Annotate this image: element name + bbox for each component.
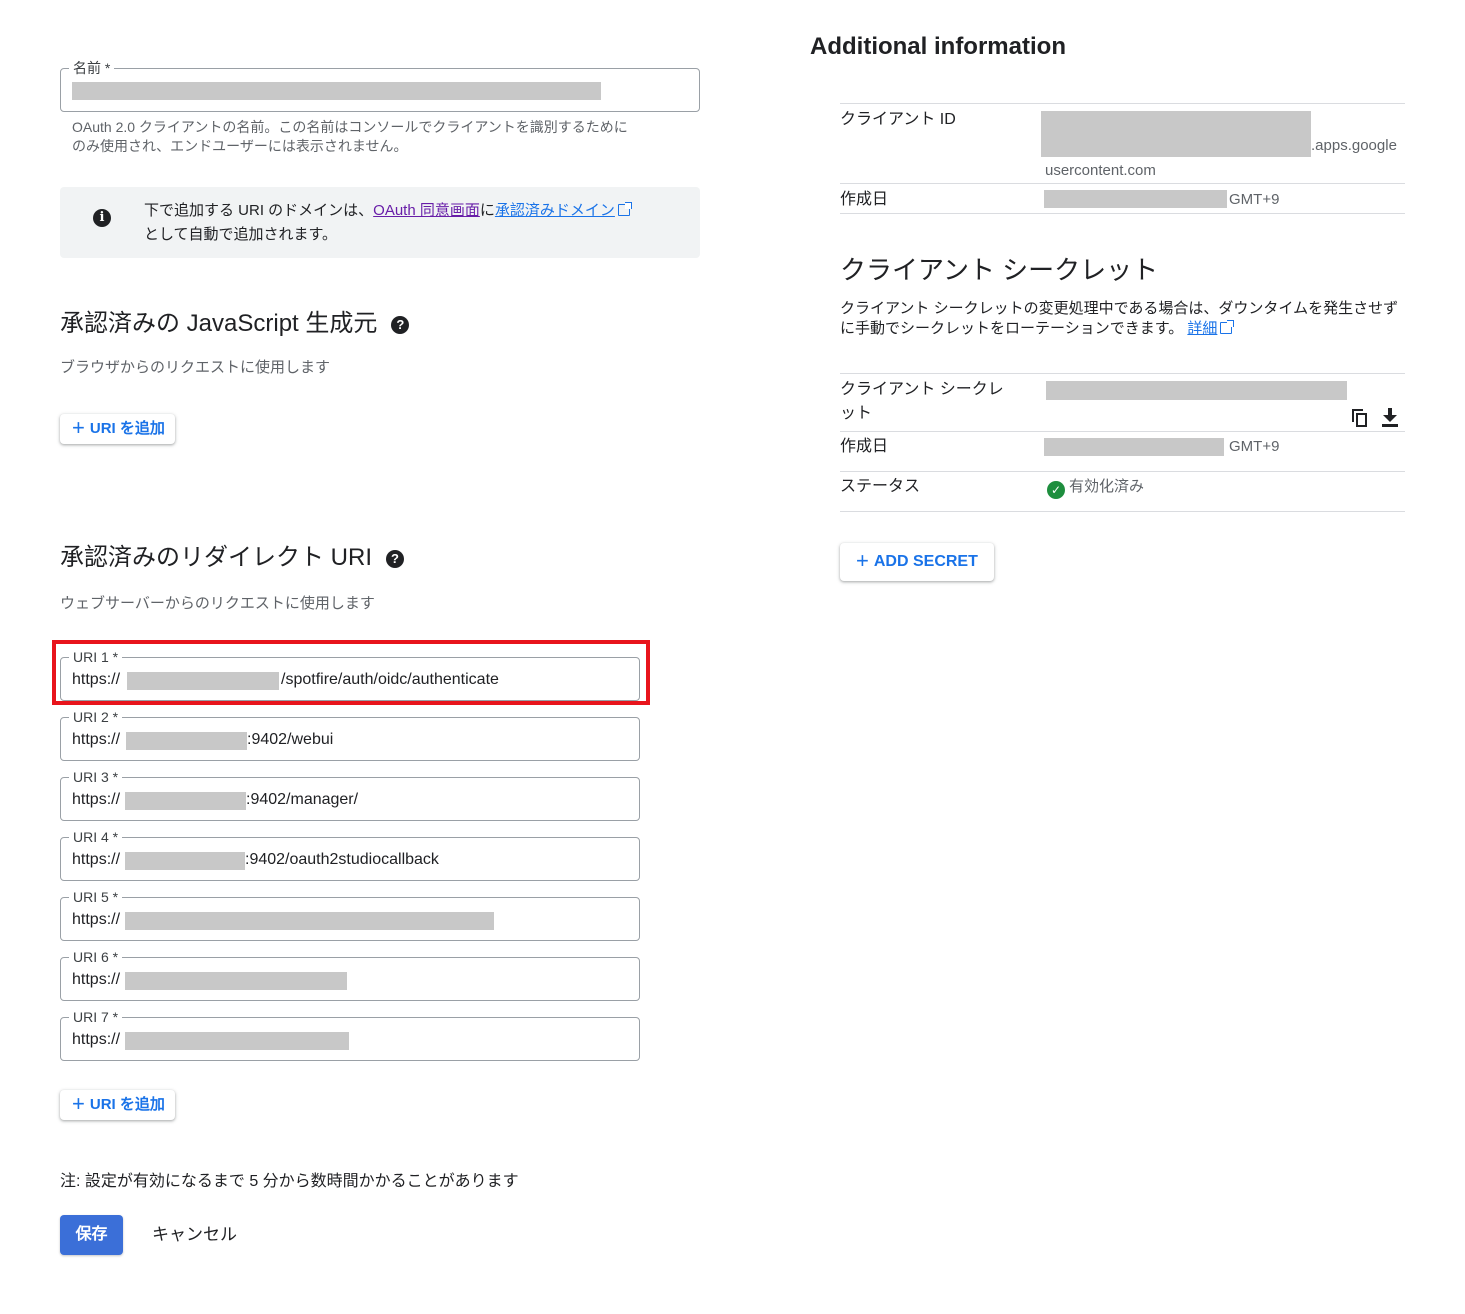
uri-field-label: URI 4 * xyxy=(69,829,123,845)
external-link-icon xyxy=(617,202,632,216)
redirect-uri-3-field[interactable]: URI 3 * https:// :9402/manager/ xyxy=(60,769,640,821)
js-origins-title: 承認済みの JavaScript 生成元? xyxy=(60,309,410,339)
redacted-client-id xyxy=(1041,111,1311,157)
check-circle-icon: ✓ xyxy=(1047,481,1065,499)
divider xyxy=(840,373,1405,374)
plus-icon: + xyxy=(72,1091,85,1116)
uri-field-label: URI 5 * xyxy=(69,889,123,905)
client-secret-title: クライアント シークレット xyxy=(840,255,1159,285)
divider xyxy=(840,471,1405,472)
redacted-host xyxy=(125,912,494,930)
client-id-suffix-2: usercontent.com xyxy=(1045,162,1156,179)
divider xyxy=(840,511,1405,512)
help-icon[interactable]: ? xyxy=(391,316,410,334)
uri-field-label: URI 3 * xyxy=(69,769,123,785)
propagation-note: 注: 設定が有効になるまで 5 分から数時間かかることがあります xyxy=(60,1173,519,1190)
uri-prefix: https:// xyxy=(72,911,121,928)
copy-icon[interactable] xyxy=(1352,409,1368,427)
redacted-client-secret xyxy=(1046,381,1347,400)
info-icon: i xyxy=(93,209,111,227)
divider xyxy=(840,213,1405,214)
additional-info-title: Additional information xyxy=(810,33,1066,60)
client-secret-desc: クライアント シークレットの変更処理中である場合は、ダウンタイムを発生させず に… xyxy=(840,300,1399,337)
uri-prefix: https:// xyxy=(72,851,121,868)
status-badge: ✓ 有効化済み xyxy=(1047,477,1144,499)
redirect-uri-2-field[interactable]: URI 2 * https:// :9402/webui xyxy=(60,709,640,761)
name-field-label: 名前 * xyxy=(69,60,115,76)
js-origins-subtitle: ブラウザからのリクエストに使用します xyxy=(60,359,331,376)
client-id-label: クライアント ID xyxy=(840,111,956,128)
status-label: ステータス xyxy=(840,478,921,495)
redacted-host xyxy=(125,1032,349,1050)
download-icon[interactable] xyxy=(1381,408,1399,428)
redacted-created-date xyxy=(1044,190,1227,208)
secret-created-tz: GMT+9 xyxy=(1229,438,1280,455)
name-field-hint: OAuth 2.0 クライアントの名前。この名前はコンソールでクライアントを識別… xyxy=(72,119,628,154)
secret-created-label: 作成日 xyxy=(840,438,889,455)
highlight-box xyxy=(52,640,650,705)
uri-suffix: :9402/manager/ xyxy=(246,791,359,808)
client-created-label: 作成日 xyxy=(840,191,889,208)
uri-suffix: :9402/oauth2studiocallback xyxy=(245,851,439,868)
uri-field-label: URI 2 * xyxy=(69,709,123,725)
uri-prefix: https:// xyxy=(72,971,121,988)
plus-icon: + xyxy=(856,548,869,573)
plus-icon: + xyxy=(72,415,85,440)
client-secret-label: クライアント シークレ ット xyxy=(840,381,1004,422)
domain-info-text: 下で追加する URI のドメインは、OAuth 同意画面に承認済みドメイン とし… xyxy=(144,199,632,247)
external-link-icon xyxy=(1220,320,1235,334)
redacted-host xyxy=(125,972,347,990)
redirect-uri-5-field[interactable]: URI 5 * https:// xyxy=(60,889,640,941)
divider xyxy=(840,103,1405,104)
uri-field-label: URI 6 * xyxy=(69,949,123,965)
redacted-host xyxy=(125,792,246,810)
client-created-tz: GMT+9 xyxy=(1229,191,1280,208)
divider xyxy=(840,183,1405,184)
uri-prefix: https:// xyxy=(72,791,121,808)
cancel-button[interactable]: キャンセル xyxy=(152,1215,237,1255)
uri-field-label: URI 7 * xyxy=(69,1009,123,1025)
divider xyxy=(840,431,1405,432)
redirect-uris-title: 承認済みのリダイレクト URI? xyxy=(60,543,404,573)
redacted-secret-date xyxy=(1044,438,1224,456)
uri-suffix: :9402/webui xyxy=(247,731,334,748)
save-button[interactable]: 保存 xyxy=(60,1215,123,1255)
redirect-uri-4-field[interactable]: URI 4 * https:// :9402/oauth2studiocallb… xyxy=(60,829,640,881)
name-field[interactable]: 名前 * xyxy=(60,60,700,112)
oauth-consent-link[interactable]: OAuth 同意画面 xyxy=(373,202,480,219)
redirect-uris-subtitle: ウェブサーバーからのリクエストに使用します xyxy=(60,595,375,612)
help-icon[interactable]: ? xyxy=(386,550,404,568)
redacted-host xyxy=(125,852,245,870)
domain-info-box: i 下で追加する URI のドメインは、OAuth 同意画面に承認済みドメイン … xyxy=(60,187,700,258)
add-redirect-uri-button[interactable]: + URI を追加 xyxy=(60,1090,175,1120)
authorized-domains-link[interactable]: 承認済みドメイン xyxy=(495,202,615,219)
redacted-host xyxy=(126,732,247,750)
client-id-suffix: .apps.google xyxy=(1311,137,1397,154)
details-link[interactable]: 詳細 xyxy=(1187,320,1217,337)
redacted-name-value xyxy=(72,82,601,100)
add-secret-button[interactable]: + ADD SECRET xyxy=(840,543,994,581)
uri-prefix: https:// xyxy=(72,731,121,748)
uri-prefix: https:// xyxy=(72,1031,121,1048)
add-js-origin-button[interactable]: + URI を追加 xyxy=(60,414,175,444)
redirect-uri-7-field[interactable]: URI 7 * https:// xyxy=(60,1009,640,1061)
redirect-uri-6-field[interactable]: URI 6 * https:// xyxy=(60,949,640,1001)
